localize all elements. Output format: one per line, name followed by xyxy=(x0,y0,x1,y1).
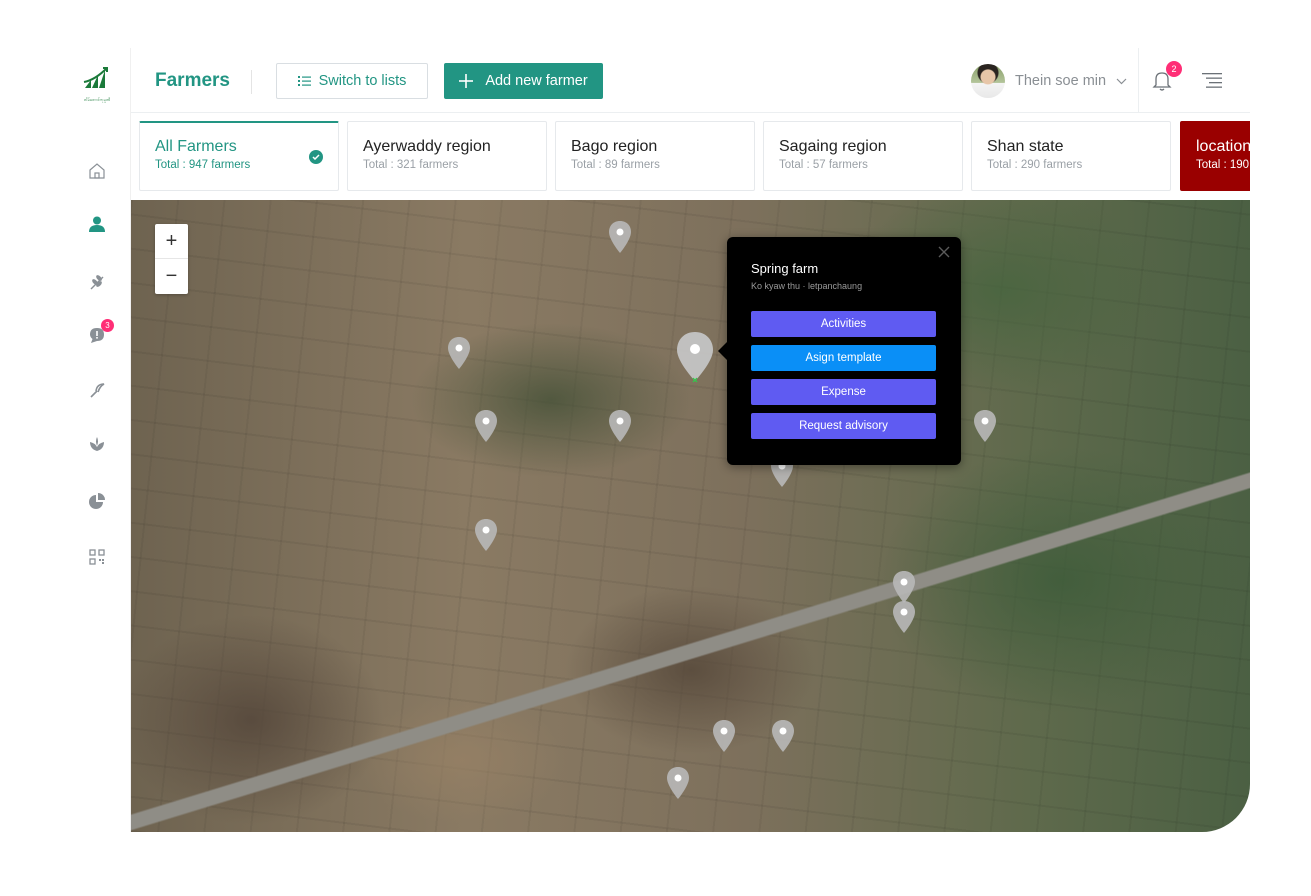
sidebar-item-home[interactable] xyxy=(87,161,107,181)
map-pin-icon[interactable] xyxy=(892,600,916,634)
user-name: Thein soe min xyxy=(1015,73,1107,89)
avatar xyxy=(971,64,1005,98)
tab-shan-state[interactable]: Shan state Total : 290 farmers xyxy=(971,121,1171,191)
user-icon xyxy=(89,216,105,232)
tab-name: Bago region xyxy=(571,138,658,155)
request-advisory-button[interactable]: Request advisory xyxy=(751,413,936,439)
assign-template-button[interactable]: Asign template xyxy=(751,345,936,371)
plant-icon xyxy=(90,275,104,290)
map-pin-icon[interactable] xyxy=(608,220,632,254)
map-pin-icon[interactable] xyxy=(892,570,916,604)
plus-icon xyxy=(459,74,474,88)
messages-badge: 3 xyxy=(101,319,114,332)
sidebar-item-reports[interactable] xyxy=(87,491,107,511)
tab-total: Total : 290 farmers xyxy=(987,159,1083,171)
check-icon xyxy=(309,150,323,164)
notification-badge: 2 xyxy=(1166,61,1182,77)
header-divider-right xyxy=(1138,48,1139,113)
qr-code-icon xyxy=(89,549,105,565)
home-icon xyxy=(89,163,105,179)
tab-total: Total : 89 farmers xyxy=(571,159,660,171)
region-tabs: All Farmers Total : 947 farmers Ayerwadd… xyxy=(139,121,1250,191)
tab-total: Total : 190 xyxy=(1196,159,1250,171)
map-pin-icon[interactable] xyxy=(666,766,690,800)
tab-name: Ayerwaddy region xyxy=(363,138,491,155)
zoom-out-button[interactable]: − xyxy=(155,259,188,294)
map-pin-icon[interactable] xyxy=(474,409,498,443)
tab-name: location xyxy=(1196,138,1250,155)
list-icon xyxy=(297,76,311,86)
pie-chart-icon xyxy=(89,493,105,509)
map-pin-icon[interactable] xyxy=(474,518,498,552)
tab-location[interactable]: location Total : 190 xyxy=(1180,121,1250,191)
popup-title: Spring farm xyxy=(751,261,819,276)
app-window: တိမ်တောင်ကုမ္ပဏီ 3 Farmers Switch to lis… xyxy=(75,48,1250,832)
expense-button[interactable]: Expense xyxy=(751,379,936,405)
tab-ayerwaddy-region[interactable]: Ayerwaddy region Total : 321 farmers xyxy=(347,121,547,191)
zoom-in-button[interactable]: + xyxy=(155,224,188,259)
switch-to-lists-label: Switch to lists xyxy=(318,73,407,89)
sidebar: တိမ်တောင်ကုမ္ပဏီ 3 xyxy=(75,48,131,832)
sprout-icon xyxy=(90,437,104,451)
user-menu[interactable]: Thein soe min xyxy=(971,64,1127,98)
logo: တိမ်တောင်ကုမ္ပဏီ xyxy=(83,66,111,102)
sidebar-item-qr[interactable] xyxy=(87,547,107,567)
farm-map[interactable]: + − Spring farm Ko kyaw thu · letpanchau… xyxy=(131,200,1250,832)
sidebar-item-crops[interactable] xyxy=(87,272,107,292)
map-pin-icon[interactable] xyxy=(447,336,471,370)
sickle-icon xyxy=(90,383,105,398)
chevron-down-icon xyxy=(1116,78,1127,84)
tab-total: Total : 57 farmers xyxy=(779,159,868,171)
close-icon[interactable] xyxy=(937,245,951,259)
tab-name: All Farmers xyxy=(155,138,237,155)
menu-button[interactable] xyxy=(1200,72,1222,88)
switch-to-lists-button[interactable]: Switch to lists xyxy=(276,63,428,99)
add-new-farmer-label: Add new farmer xyxy=(485,73,588,89)
zoom-control: + − xyxy=(155,224,188,294)
tab-sagaing-region[interactable]: Sagaing region Total : 57 farmers xyxy=(763,121,963,191)
map-pin-icon[interactable] xyxy=(973,409,997,443)
sidebar-item-harvest[interactable] xyxy=(87,380,107,400)
tab-total: Total : 321 farmers xyxy=(363,159,459,171)
selected-map-pin-icon[interactable] xyxy=(676,331,714,383)
tab-bago-region[interactable]: Bago region Total : 89 farmers xyxy=(555,121,755,191)
top-header: Farmers Switch to lists Add new farmer T… xyxy=(131,48,1250,113)
logo-text: တိမ်တောင်ကုမ္ပဏီ xyxy=(83,97,111,102)
tab-all-farmers[interactable]: All Farmers Total : 947 farmers xyxy=(139,121,339,191)
map-pin-icon[interactable] xyxy=(712,719,736,753)
menu-icon xyxy=(1202,73,1222,88)
header-divider xyxy=(251,70,252,94)
tab-total: Total : 947 farmers xyxy=(155,159,251,171)
popup-arrow xyxy=(718,341,728,361)
map-pin-icon[interactable] xyxy=(771,719,795,753)
sidebar-item-growing[interactable] xyxy=(87,434,107,454)
map-pin-icon[interactable] xyxy=(608,409,632,443)
page-title: Farmers xyxy=(155,70,230,91)
sidebar-item-messages[interactable]: 3 xyxy=(87,319,114,345)
add-new-farmer-button[interactable]: Add new farmer xyxy=(444,63,603,99)
notifications-button[interactable]: 2 xyxy=(1152,61,1182,92)
farm-popup: Spring farm Ko kyaw thu · letpanchaung A… xyxy=(718,237,961,465)
activities-button[interactable]: Activities xyxy=(751,311,936,337)
sidebar-item-farmers[interactable] xyxy=(87,214,107,234)
tab-name: Sagaing region xyxy=(779,138,887,155)
popup-subtitle: Ko kyaw thu · letpanchaung xyxy=(751,281,863,291)
tab-name: Shan state xyxy=(987,138,1064,155)
logo-icon xyxy=(83,67,108,88)
